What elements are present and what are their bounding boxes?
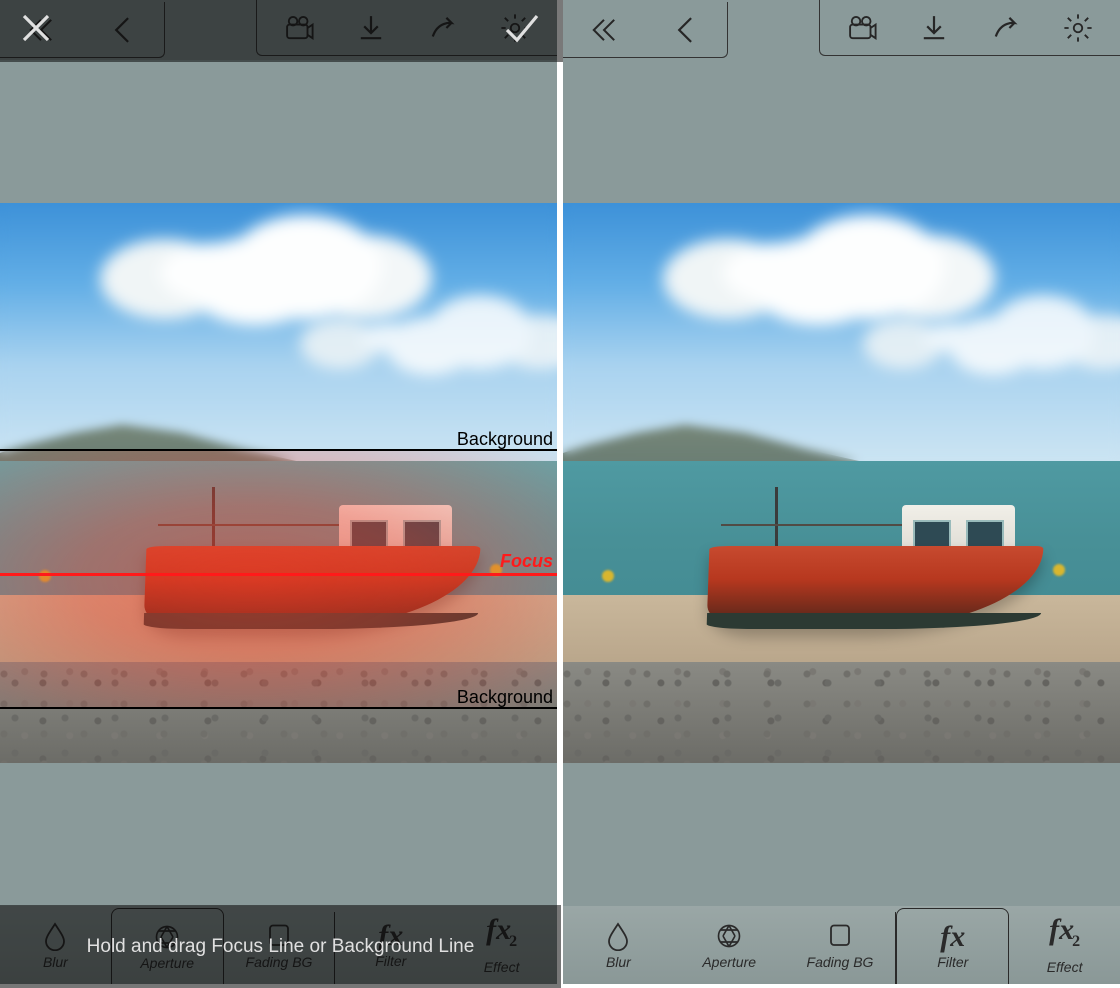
- tool-aperture-label: Aperture: [702, 954, 756, 970]
- tool-effect-label: Effect: [1047, 959, 1083, 975]
- tool-blur-label: Blur: [606, 954, 631, 970]
- download-button[interactable]: [898, 0, 970, 56]
- photo-result[interactable]: [563, 203, 1120, 763]
- tool-filter-label: Filter: [937, 954, 968, 970]
- top-left-group: [563, 2, 728, 58]
- bottom-toolbar: Blur Aperture Fading BG fx Filter fx2 Ef…: [0, 906, 557, 984]
- editor-panel-focus-mode: Background Focus Background Blur Apertur…: [0, 0, 557, 984]
- top-right-group: [819, 0, 1120, 56]
- back-double-button[interactable]: [563, 2, 645, 58]
- video-button[interactable]: [826, 0, 898, 56]
- hint-overlay: Hold and drag Focus Line or Background L…: [0, 905, 561, 988]
- confirm-button[interactable]: [501, 8, 541, 53]
- tool-filter[interactable]: fx Filter: [896, 908, 1009, 984]
- editor-panel-result: Blur Aperture Fading BG fx Filter fx2 Ef…: [563, 0, 1120, 984]
- photo-with-focus-overlay[interactable]: Background Focus Background: [0, 203, 557, 763]
- tool-fadingbg-label: Fading BG: [807, 954, 874, 970]
- fx-icon: fx: [940, 923, 965, 951]
- fx2-icon: fx2: [1049, 916, 1080, 956]
- tool-blur[interactable]: Blur: [563, 906, 674, 984]
- hint-text: Hold and drag Focus Line or Background L…: [87, 936, 475, 958]
- back-button[interactable]: [645, 2, 727, 58]
- background-line-top[interactable]: Background: [0, 449, 557, 451]
- tool-aperture[interactable]: Aperture: [674, 906, 785, 984]
- share-button[interactable]: [970, 0, 1042, 56]
- top-toolbar: [0, 0, 557, 60]
- tool-effect[interactable]: fx2 Effect: [1009, 906, 1120, 984]
- close-button[interactable]: [16, 8, 56, 53]
- focus-line-label: Focus: [500, 551, 553, 572]
- bottom-toolbar: Blur Aperture Fading BG fx Filter fx2 Ef…: [563, 906, 1120, 984]
- tool-fadingbg[interactable]: Fading BG: [785, 906, 896, 984]
- canvas-area: Background Focus Background: [0, 60, 557, 906]
- background-line-bottom[interactable]: Background: [0, 707, 557, 709]
- background-line-bottom-label: Background: [457, 687, 553, 708]
- canvas-area: [563, 60, 1120, 906]
- focus-line[interactable]: Focus: [0, 573, 557, 576]
- top-toolbar: [563, 0, 1120, 60]
- confirm-bar: [0, 0, 563, 62]
- background-line-top-label: Background: [457, 429, 553, 450]
- settings-button[interactable]: [1042, 0, 1114, 56]
